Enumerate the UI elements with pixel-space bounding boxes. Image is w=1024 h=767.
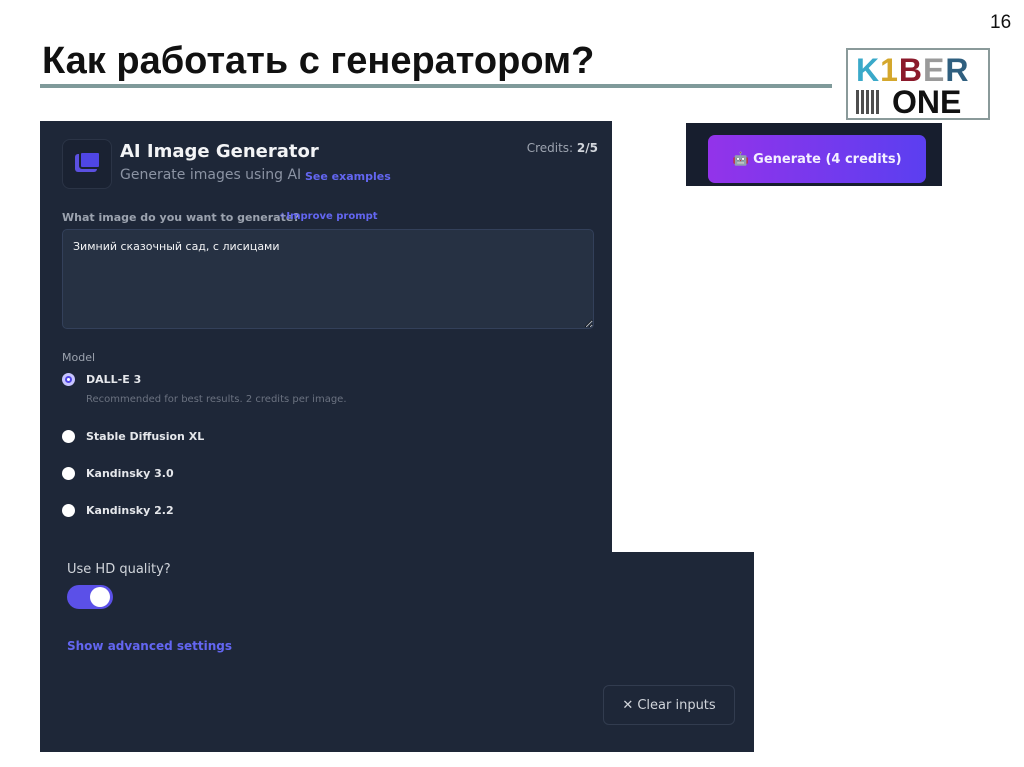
settings-panel: Use HD quality? Show advanced settings ✕… xyxy=(40,552,754,752)
clear-inputs-button[interactable]: ✕ Clear inputs xyxy=(603,685,735,725)
credits-counter: Credits: 2/5 xyxy=(527,141,598,155)
see-examples-link[interactable]: See examples xyxy=(305,170,391,183)
improve-prompt-link[interactable]: ✧Improve prompt xyxy=(278,211,378,222)
credits-label: Credits: xyxy=(526,141,574,155)
radio-kandinsky-2-2[interactable] xyxy=(62,504,75,517)
generate-button[interactable]: 🤖 Generate (4 credits) xyxy=(708,135,926,183)
hd-quality-toggle[interactable] xyxy=(67,585,113,609)
qr-code-icon xyxy=(856,90,880,114)
kiberone-logo: K1BER ONE xyxy=(846,48,990,120)
generate-label: Generate (4 credits) xyxy=(753,151,902,167)
option-description: Recommended for best results. 2 credits … xyxy=(86,394,347,405)
slide-title: Как работать с генератором? xyxy=(42,40,595,82)
radio-sdxl[interactable] xyxy=(62,430,75,443)
radio-dalle3[interactable] xyxy=(62,373,75,386)
option-label[interactable]: Kandinsky 3.0 xyxy=(86,467,174,480)
app-subtitle: Generate images using AI xyxy=(120,167,302,183)
option-label[interactable]: Kandinsky 2.2 xyxy=(86,504,174,517)
title-divider xyxy=(40,84,832,88)
radio-kandinsky-3[interactable] xyxy=(62,467,75,480)
hd-quality-label: Use HD quality? xyxy=(67,562,171,577)
image-gallery-icon xyxy=(62,139,112,189)
prompt-label: What image do you want to generate? xyxy=(62,211,300,224)
generator-panel: AI Image Generator Generate images using… xyxy=(40,121,612,553)
robot-icon: 🤖 xyxy=(732,151,749,167)
advanced-settings-link[interactable]: Show advanced settings xyxy=(67,639,232,653)
option-label[interactable]: Stable Diffusion XL xyxy=(86,430,204,443)
model-label: Model xyxy=(62,351,96,364)
credits-value: 2/5 xyxy=(576,141,598,155)
prompt-input[interactable]: Зимний сказочный сад, с лисицами xyxy=(62,229,594,329)
slide-number: 16 xyxy=(990,12,1012,33)
logo-bottom: ONE xyxy=(892,84,962,120)
generate-panel: 🤖 Generate (4 credits) xyxy=(686,123,942,186)
app-title: AI Image Generator xyxy=(120,141,319,162)
option-label[interactable]: DALL-E 3 xyxy=(86,373,141,386)
